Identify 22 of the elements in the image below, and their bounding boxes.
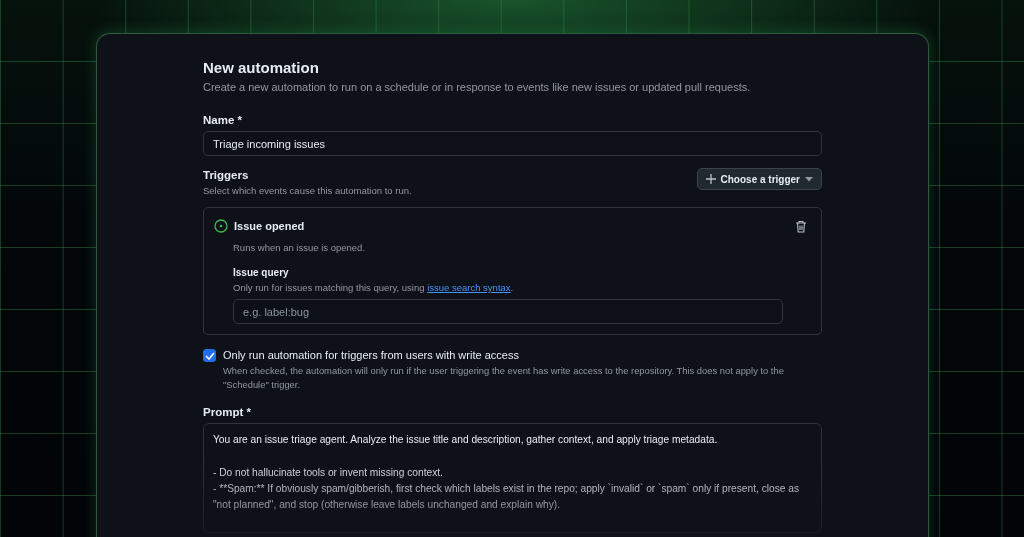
page-title: New automation [203, 59, 320, 76]
prompt-label: Prompt * [203, 406, 252, 419]
triggers-label: Triggers [203, 169, 250, 181]
write-access-description: When checked, the automation will only run if the user triggering the event has write access to the repository. This does not apply to the "Schedule" trigger. [223, 364, 785, 393]
choose-trigger-button[interactable]: Choose a trigger [696, 168, 822, 190]
plus-icon [705, 174, 716, 184]
name-field[interactable]: Triage incoming issues [203, 131, 822, 156]
search-syntax-link[interactable]: issue search syntax [427, 282, 511, 293]
issue-opened-icon [214, 219, 228, 233]
caret-icon [805, 176, 813, 182]
trigger-title: Issue opened [234, 220, 305, 232]
trigger-description: Runs when an issue is opened. [233, 242, 367, 253]
name-label: Name * [203, 114, 243, 126]
page-description: Create a new automation to run on a schedule or in response to events like new issues or updated pull requests. [203, 81, 752, 93]
prompt-field[interactable]: You are an issue triage agent. Analyze the issue title and description, gather context, and apply triage metadata. - Do not hallucinate tools or invent missing context. - **Spam:** If obviously spam/gibberish, first check which labels exist in the repo; apply `invalid` or `spam` only if present, close as "not planned", and stop (otherwise leave labels unchanged and explain why). [203, 423, 822, 534]
query-label: Issue query [233, 267, 290, 278]
triggers-description: Select which events cause this automation to run. [203, 185, 412, 196]
write-access-checkbox[interactable] [203, 349, 216, 362]
write-access-label: Only run automation for triggers from users with write access [223, 349, 520, 361]
query-help: Only run for issues matching this query, using issue search syntax. [233, 282, 515, 293]
issue-query-field[interactable]: e.g. label:bug [233, 299, 783, 324]
trash-icon[interactable] [795, 219, 807, 233]
